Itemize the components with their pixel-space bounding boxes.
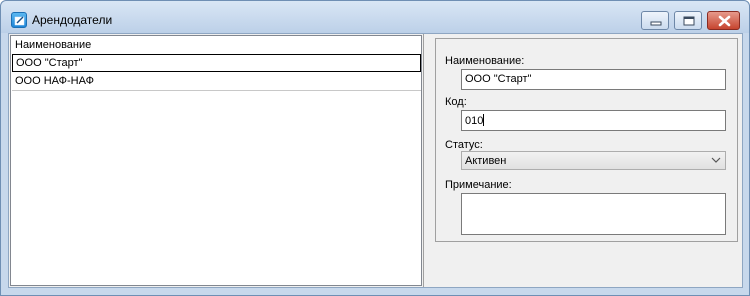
- minimize-icon: [650, 21, 662, 26]
- name-value: ООО "Старт": [465, 73, 532, 85]
- code-label: Код:: [445, 96, 467, 108]
- window: Арендодатели Наименование ООО "Старт" ОО…: [0, 0, 750, 296]
- note-label: Примечание:: [445, 179, 512, 191]
- code-value: 010: [465, 115, 484, 127]
- name-label: Наименование:: [445, 55, 525, 67]
- list-column-header[interactable]: Наименование: [11, 36, 421, 54]
- lessors-list[interactable]: Наименование ООО "Старт" ООО НАФ-НАФ: [10, 35, 422, 286]
- note-field[interactable]: [461, 193, 726, 235]
- status-select[interactable]: Активен: [461, 151, 726, 170]
- name-field[interactable]: ООО "Старт": [461, 69, 726, 90]
- close-button[interactable]: [707, 11, 740, 30]
- status-label: Статус:: [445, 139, 483, 151]
- details-panel: Наименование: ООО "Старт" Код: 010 Стату…: [435, 38, 738, 242]
- pane-splitter[interactable]: [423, 34, 429, 287]
- text-caret: [483, 114, 485, 126]
- code-field[interactable]: 010: [461, 110, 726, 131]
- status-value: Активен: [465, 155, 507, 167]
- window-title: Арендодатели: [32, 13, 113, 27]
- title-bar[interactable]: Арендодатели: [1, 1, 749, 33]
- maximize-icon: [683, 16, 695, 26]
- list-row[interactable]: ООО "Старт": [12, 54, 421, 72]
- list-row[interactable]: ООО НАФ-НАФ: [12, 73, 421, 91]
- minimize-button[interactable]: [641, 11, 669, 30]
- maximize-button[interactable]: [674, 11, 702, 30]
- close-icon: [718, 15, 731, 27]
- client-area: Наименование ООО "Старт" ООО НАФ-НАФ Наи…: [8, 33, 743, 288]
- chevron-down-icon: [711, 157, 721, 163]
- notepad-app-icon: [11, 12, 27, 28]
